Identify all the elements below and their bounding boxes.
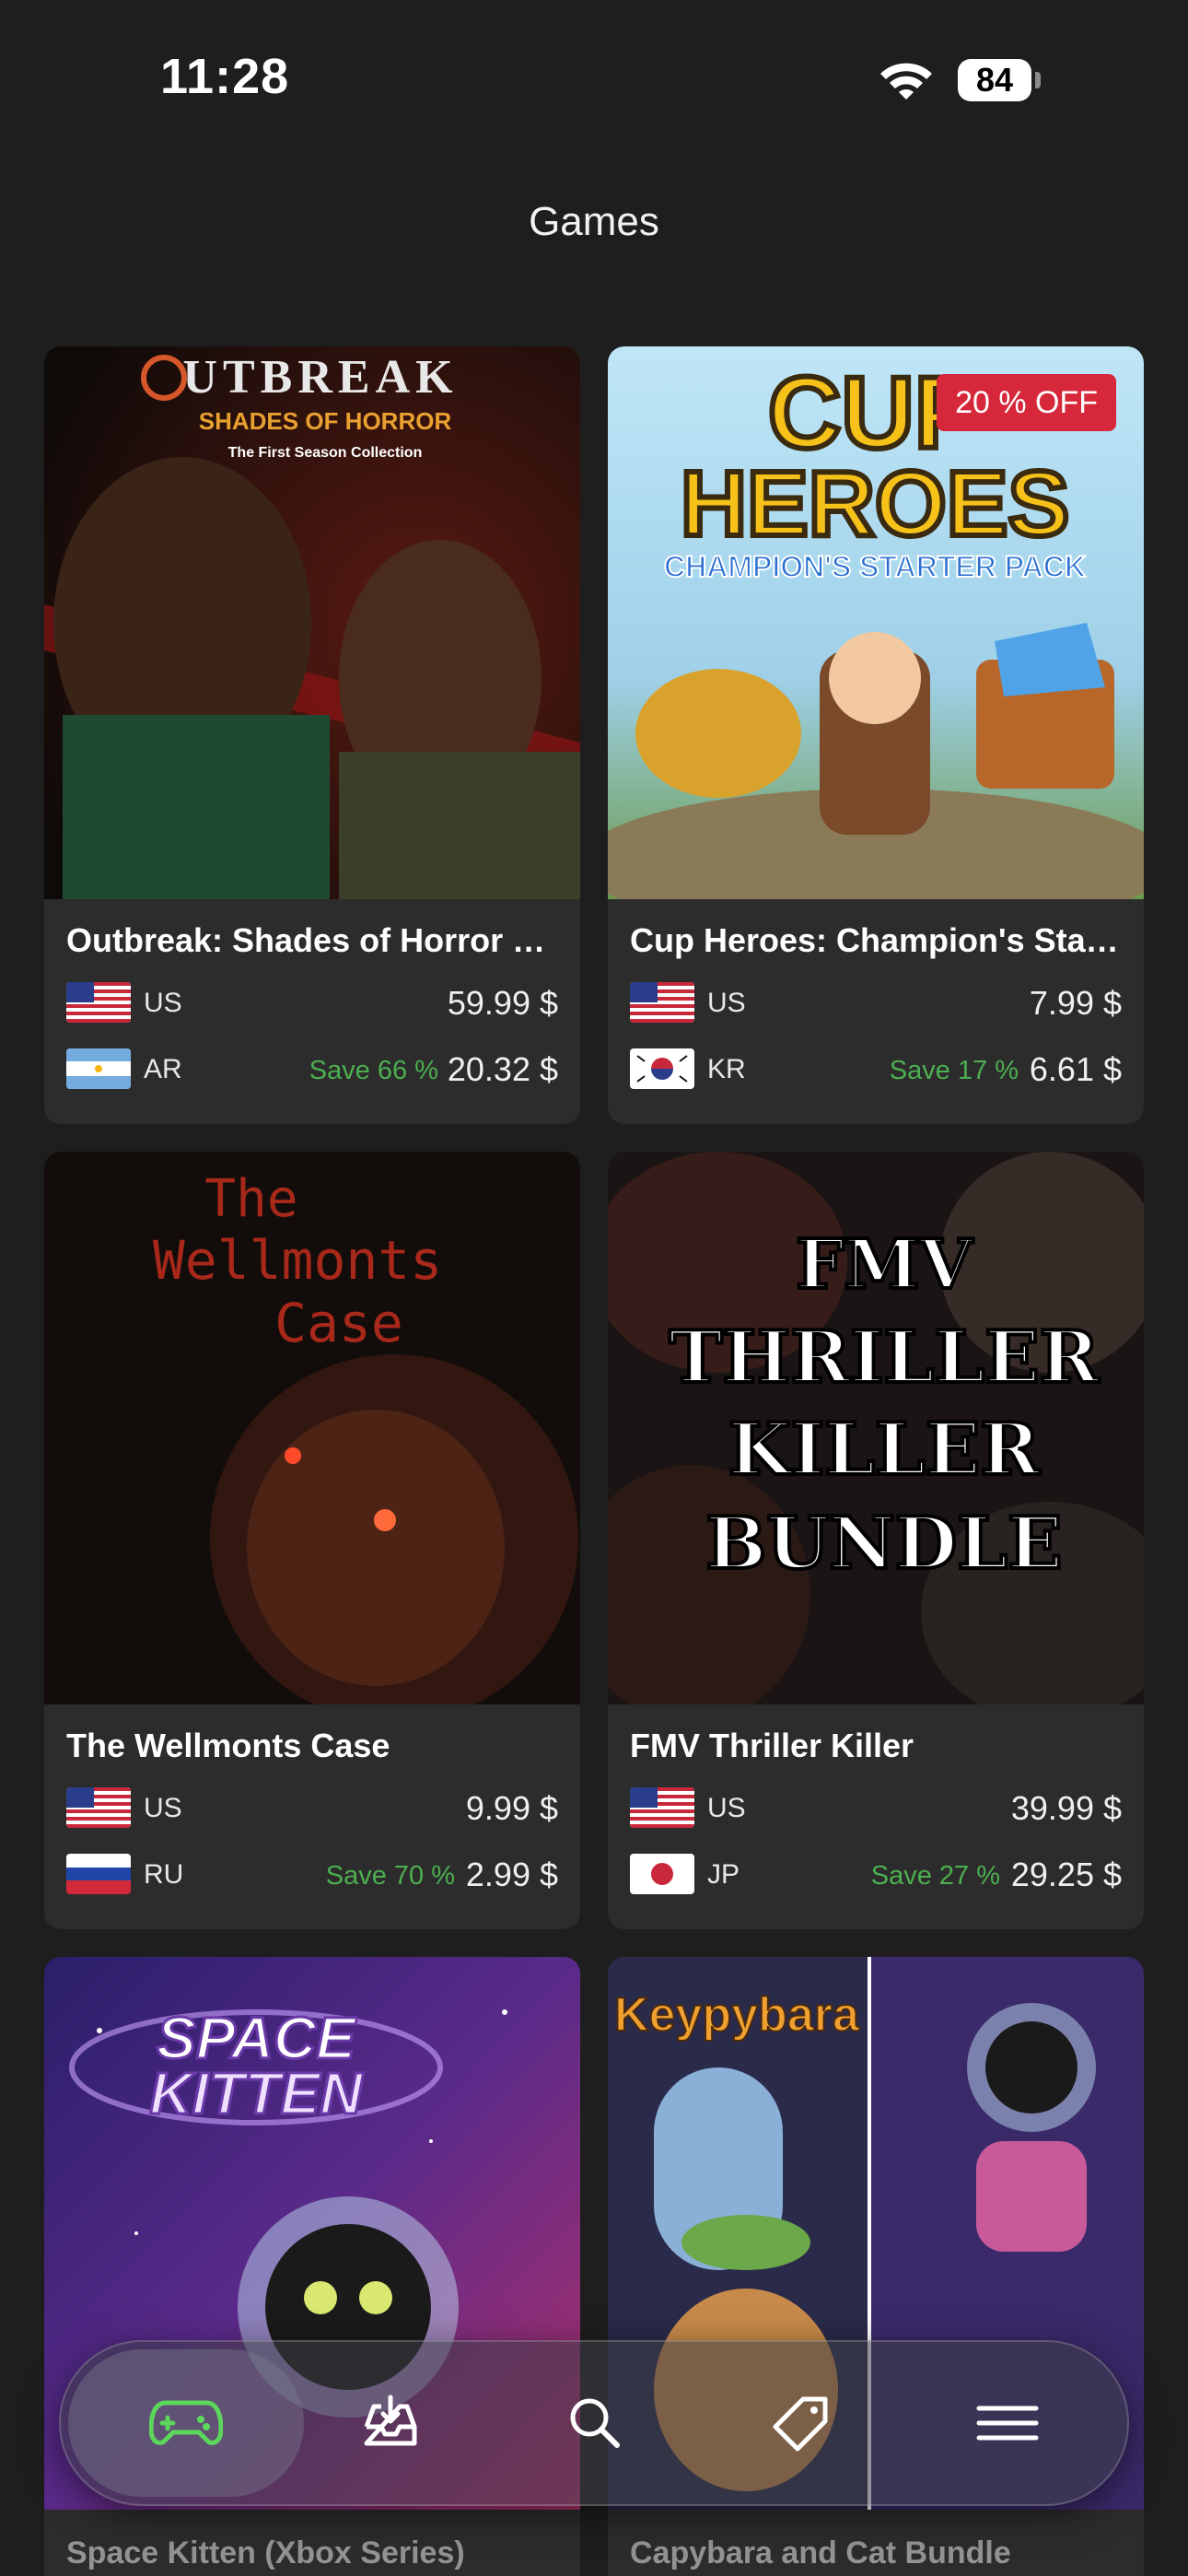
- save-percent: Save 17 %: [889, 1056, 1019, 1085]
- cover-text-fmv-1: FMV: [796, 1225, 973, 1305]
- status-time: 11:28: [160, 49, 290, 104]
- game-card-outbreak[interactable]: UTBREAK SHADES OF HORROR The First Seaso…: [44, 346, 580, 1124]
- cover-text-fmv-2: THRILLER: [669, 1316, 1100, 1399]
- nav-deals[interactable]: [709, 2342, 893, 2504]
- save-percent: Save 66 %: [309, 1056, 438, 1085]
- flag-us-icon: [66, 982, 131, 1023]
- game-title: Outbreak: Shades of Horror Th…: [66, 921, 558, 959]
- region-code: AR: [144, 1054, 182, 1084]
- nav-search[interactable]: [503, 2342, 687, 2504]
- flag-ru-icon: [66, 1854, 131, 1894]
- battery-level: 84: [975, 61, 1014, 99]
- inbox-download-icon: [364, 2395, 417, 2446]
- save-percent: Save 70 %: [325, 1861, 455, 1891]
- cover-text-capybara: Keypybara: [614, 1988, 860, 2042]
- price-row-us: US 9.99 $: [66, 1786, 558, 1830]
- cover-text-cup-3: CHAMPION'S STARTER PACK: [664, 550, 1086, 583]
- game-title: Capybara and Cat Bundle: [630, 2535, 1011, 2570]
- game-title: Space Kitten (Xbox Series): [66, 2535, 465, 2570]
- cover-text-fmv-3: KILLER: [728, 1408, 1041, 1492]
- game-title: The Wellmonts Case: [66, 1727, 390, 1764]
- region-code: JP: [707, 1859, 740, 1890]
- cover-text-wellmonts-1: The: [204, 1169, 297, 1229]
- cover-text-outbreak-1: UTBREAK: [182, 351, 458, 404]
- price-row-us: US 39.99 $: [630, 1786, 1122, 1830]
- nav-games[interactable]: [68, 2349, 304, 2497]
- cover-text-wellmonts-2: Wellmonts: [153, 1229, 442, 1292]
- price-row-best: JP Save 27 % 29.25 $: [630, 1852, 1122, 1896]
- flag-jp-icon: [630, 1854, 694, 1894]
- gamepad-icon: [149, 2400, 223, 2445]
- price-best: 2.99 $: [465, 1856, 558, 1893]
- price-row-us: US 7.99 $: [630, 980, 1122, 1025]
- flag-us-icon: [630, 982, 694, 1023]
- price-original: 9.99 $: [465, 1789, 558, 1827]
- flag-us-icon: [630, 1787, 694, 1828]
- menu-icon: [976, 2406, 1039, 2441]
- price-original: 7.99 $: [1029, 984, 1122, 1022]
- region-code: KR: [707, 1054, 746, 1084]
- bottom-nav: [59, 2340, 1129, 2506]
- flag-ar-icon: [66, 1048, 131, 1089]
- game-cover-fmv-thriller: FMV THRILLER KILLER BUNDLE: [608, 1152, 1144, 1704]
- cover-text-wellmonts-3: Case: [274, 1292, 403, 1354]
- battery-icon: 84: [958, 59, 1031, 101]
- wifi-icon: [880, 63, 932, 100]
- game-cover-wellmonts: The Wellmonts Case: [44, 1152, 580, 1704]
- game-title: FMV Thriller Killer: [630, 1727, 914, 1764]
- price-row-best: RU Save 70 % 2.99 $: [66, 1852, 558, 1896]
- battery-nub: [1035, 72, 1041, 88]
- price-row-best: AR Save 66 % 20.32 $: [66, 1047, 558, 1091]
- price-original: 59.99 $: [447, 984, 558, 1022]
- price-best: 6.61 $: [1029, 1050, 1122, 1088]
- region-code: RU: [144, 1859, 184, 1890]
- region-code: US: [707, 1793, 746, 1823]
- game-card-cup-heroes[interactable]: CUP HEROES CHAMPION'S STARTER PACK 20 % …: [608, 346, 1144, 1124]
- price-original: 39.99 $: [1010, 1789, 1122, 1827]
- price-best: 20.32 $: [447, 1050, 558, 1088]
- cover-text-cup-2: HEROES: [681, 452, 1069, 556]
- region-code: US: [144, 1793, 182, 1823]
- cover-text-space-2: KITTEN: [149, 2060, 364, 2126]
- price-best: 29.25 $: [1010, 1856, 1122, 1893]
- price-row-best: KR Save 17 % 6.61 $: [630, 1047, 1122, 1091]
- search-icon: [570, 2398, 620, 2448]
- page-title: Games: [529, 199, 659, 244]
- region-code: US: [144, 988, 182, 1018]
- game-title: Cup Heroes: Champion's Starte…: [630, 921, 1122, 959]
- nav-menu[interactable]: [915, 2342, 1100, 2504]
- flag-us-icon: [66, 1787, 131, 1828]
- discount-badge: 20 % OFF: [937, 374, 1116, 431]
- tag-icon: [773, 2396, 828, 2452]
- price-row-us: US 59.99 $: [66, 980, 558, 1025]
- save-percent: Save 27 %: [870, 1861, 1000, 1891]
- game-card-wellmonts[interactable]: The Wellmonts Case The Wellmonts Case US…: [44, 1152, 580, 1929]
- region-code: US: [707, 988, 746, 1018]
- game-cover-outbreak: UTBREAK SHADES OF HORROR The First Seaso…: [44, 346, 580, 899]
- nav-inbox[interactable]: [298, 2342, 483, 2504]
- cover-text-outbreak-2: SHADES OF HORROR: [199, 407, 452, 435]
- status-bar: 11:28 84: [0, 0, 1188, 157]
- cover-text-outbreak-3: The First Season Collection: [228, 445, 423, 461]
- cover-text-fmv-4: BUNDLE: [705, 1502, 1062, 1586]
- game-card-fmv-thriller[interactable]: FMV THRILLER KILLER BUNDLE FMV Thriller …: [608, 1152, 1144, 1929]
- flag-kr-icon: [630, 1048, 694, 1089]
